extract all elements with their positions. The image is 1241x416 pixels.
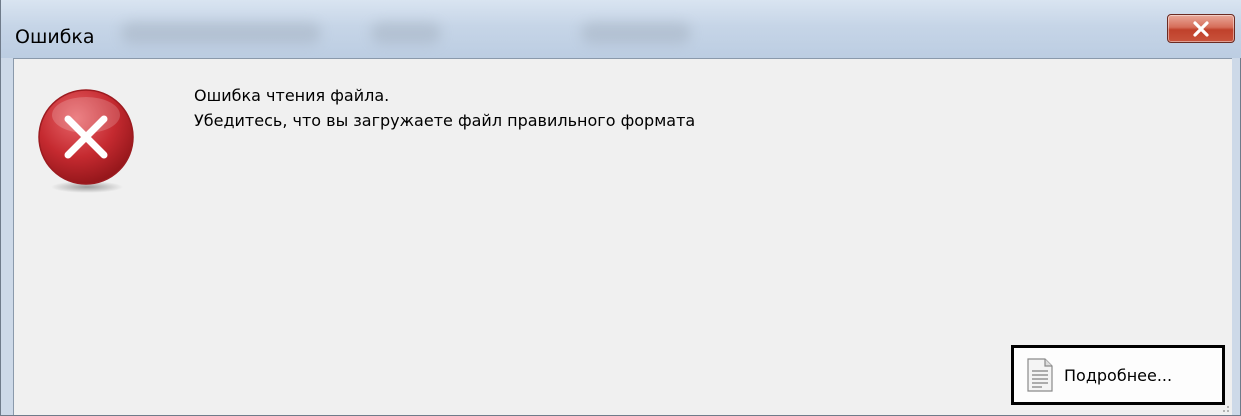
- error-message-line2: Убедитесь, что вы загружаете файл правил…: [194, 111, 696, 130]
- close-x-icon: [1193, 20, 1209, 37]
- close-button[interactable]: [1167, 14, 1235, 43]
- error-icon: [38, 89, 134, 193]
- details-button[interactable]: Подробнее...: [1011, 345, 1225, 405]
- error-message: Ошибка чтения файла. Убедитесь, что вы з…: [194, 83, 695, 133]
- document-icon: [1027, 358, 1053, 392]
- title-bar[interactable]: Ошибка: [1, 0, 1241, 58]
- dialog-body: Ошибка чтения файла. Убедитесь, что вы з…: [13, 58, 1232, 415]
- blurred-background-text: [371, 22, 441, 44]
- error-dialog-window: Ошибка Ошибка чтения файла. Убедитесь, ч…: [0, 0, 1241, 416]
- error-message-line1: Ошибка чтения файла.: [194, 86, 390, 105]
- resize-grip-icon[interactable]: [1220, 403, 1230, 413]
- details-button-label: Подробнее...: [1064, 365, 1173, 385]
- window-title: Ошибка: [15, 26, 95, 48]
- blurred-background-text: [581, 22, 691, 44]
- blurred-background-text: [121, 22, 321, 44]
